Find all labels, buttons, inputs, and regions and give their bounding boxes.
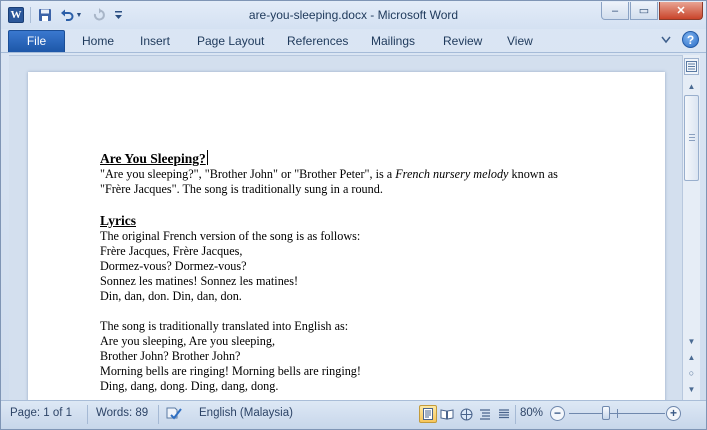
full-screen-reading-button[interactable]: [438, 405, 456, 423]
document-page[interactable]: Are You Sleeping? "Are you sleeping?", "…: [28, 72, 665, 400]
scroll-down-arrow[interactable]: ▼: [684, 334, 699, 348]
tab-file[interactable]: File: [8, 30, 65, 52]
tab-review[interactable]: Review: [443, 34, 482, 48]
zoom-level[interactable]: 80%: [520, 407, 543, 419]
tab-mailings[interactable]: Mailings: [371, 34, 415, 48]
tab-view[interactable]: View: [507, 34, 533, 48]
zoom-slider-center-mark: [617, 409, 618, 418]
lyric-line: Frère Jacques, Frère Jacques,: [100, 244, 243, 258]
zoom-slider-thumb[interactable]: [602, 406, 611, 420]
previous-page-button[interactable]: ▲: [684, 350, 699, 364]
outline-view-button[interactable]: [476, 405, 494, 423]
vertical-scrollbar[interactable]: ▲ ▼ ▲ ○ ▼: [682, 55, 700, 400]
document-body[interactable]: Are You Sleeping? "Are you sleeping?", "…: [100, 150, 620, 394]
lyric-line: Are you sleeping, Are you sleeping,: [100, 334, 275, 348]
minimize-ribbon-icon[interactable]: [661, 33, 671, 47]
close-button[interactable]: ✕: [659, 2, 703, 20]
zoom-out-button[interactable]: −: [550, 406, 565, 421]
language-indicator[interactable]: English (Malaysia): [199, 407, 293, 419]
scroll-thumb[interactable]: [684, 95, 699, 181]
window-controls: – ▭ ✕: [601, 2, 703, 20]
doc-heading-lyrics: Lyrics: [100, 213, 136, 228]
tab-insert[interactable]: Insert: [140, 34, 170, 48]
tab-page-layout[interactable]: Page Layout: [197, 34, 264, 48]
draft-icon: [499, 409, 509, 419]
help-icon[interactable]: ?: [682, 31, 699, 48]
ribbon-tab-bar: File Home Insert Page Layout References …: [1, 29, 706, 53]
outline-icon: [480, 409, 490, 420]
ruler-icon: [686, 61, 697, 72]
tab-home[interactable]: Home: [82, 34, 114, 48]
web-layout-icon: [460, 408, 472, 420]
text-cursor: [206, 150, 208, 165]
tab-references[interactable]: References: [287, 34, 348, 48]
proofing-icon: [166, 407, 182, 420]
word-count[interactable]: Words: 89: [96, 407, 148, 419]
select-browse-object-button[interactable]: ○: [684, 366, 699, 380]
title-bar: W ▼ are-you-sleeping.docx - Microsoft Wo…: [1, 1, 706, 29]
lyric-line: Ding, dang, dong. Ding, dang, dong.: [100, 379, 279, 393]
lyric-line: Din, dan, don. Din, dan, don.: [100, 289, 242, 303]
print-layout-view-button[interactable]: [419, 405, 437, 423]
full-screen-reading-icon: [440, 409, 454, 420]
lyric-line: Dormez-vous? Dormez-vous?: [100, 259, 247, 273]
status-bar: Page: 1 of 1 Words: 89 English (Malaysia…: [1, 400, 706, 429]
page-count[interactable]: Page: 1 of 1: [10, 407, 72, 419]
intro-paragraph-line2: "Frère Jacques". The song is traditional…: [100, 182, 383, 196]
zoom-in-button[interactable]: +: [666, 406, 681, 421]
draft-view-button[interactable]: [495, 405, 513, 423]
next-page-button[interactable]: ▼: [684, 382, 699, 396]
word-window: W ▼ are-you-sleeping.docx - Microsoft Wo…: [0, 0, 707, 430]
intro-paragraph: "Are you sleeping?", "Brother John" or "…: [100, 167, 558, 181]
document-area[interactable]: Are You Sleeping? "Are you sleeping?", "…: [9, 55, 682, 400]
scroll-up-arrow[interactable]: ▲: [684, 79, 699, 93]
lyric-line: Brother John? Brother John?: [100, 349, 241, 363]
restore-button[interactable]: ▭: [630, 2, 658, 20]
doc-heading-title: Are You Sleeping?: [100, 150, 208, 166]
web-layout-button[interactable]: [457, 405, 475, 423]
proofing-status-button[interactable]: [165, 405, 183, 424]
lyric-line: Sonnez les matines! Sonnez les matines!: [100, 274, 298, 288]
french-intro: The original French version of the song …: [100, 229, 361, 243]
minimize-button[interactable]: –: [601, 2, 629, 20]
lyric-line: Morning bells are ringing! Morning bells…: [100, 364, 361, 378]
english-intro: The song is traditionally translated int…: [100, 319, 349, 333]
view-ruler-button[interactable]: [684, 58, 699, 75]
print-layout-icon: [423, 408, 433, 420]
